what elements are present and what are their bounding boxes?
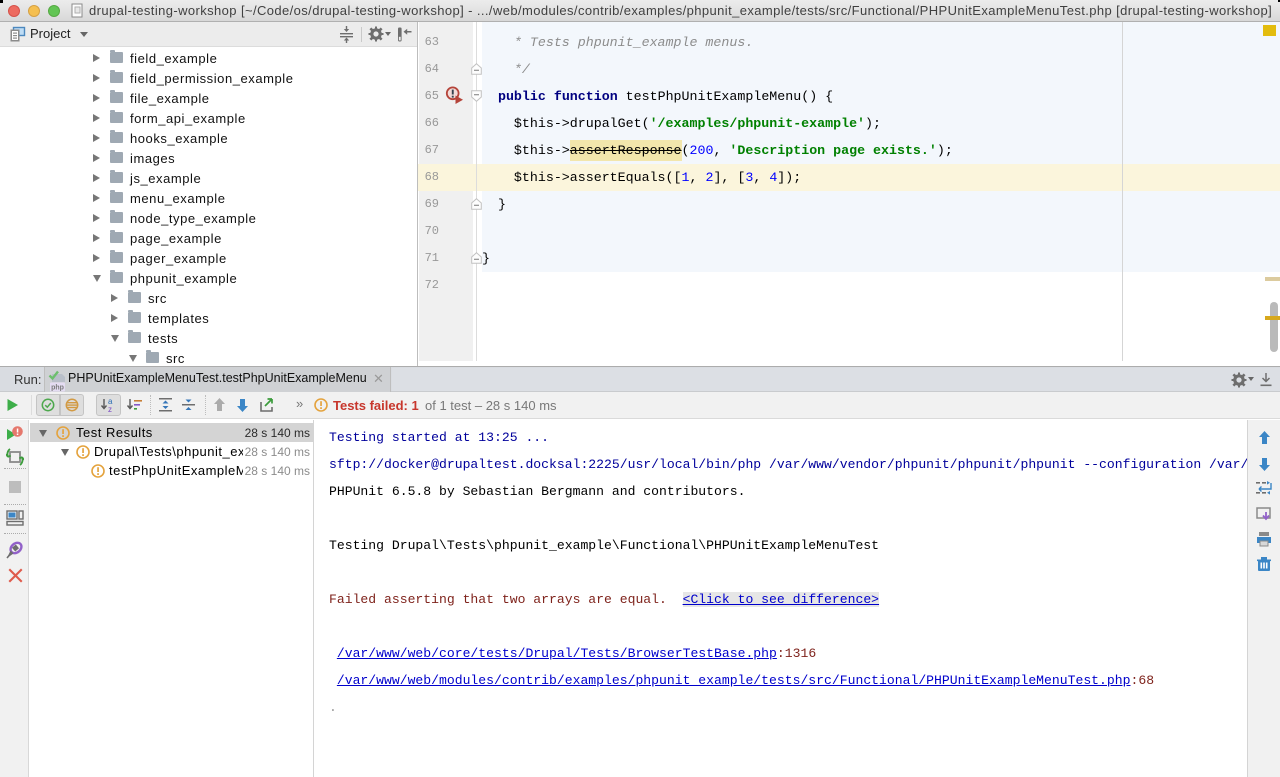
svg-text:z: z: [108, 405, 112, 413]
svg-text:php: php: [51, 385, 64, 392]
